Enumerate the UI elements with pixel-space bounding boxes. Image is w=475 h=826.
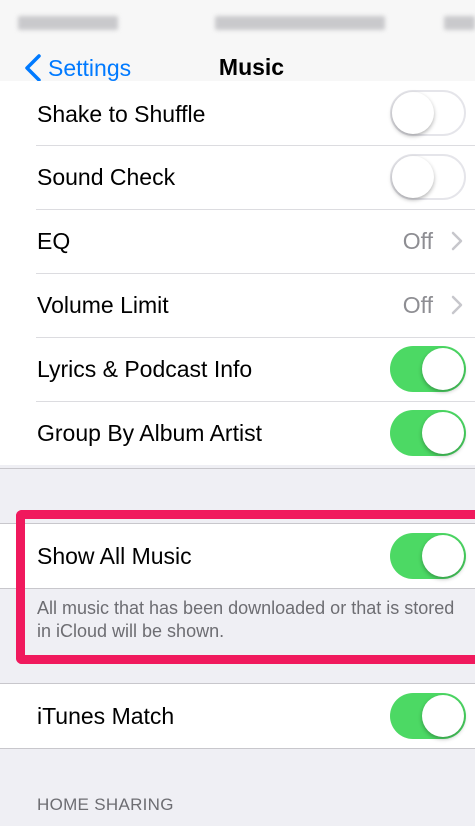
lyrics-podcast-info-label: Lyrics & Podcast Info bbox=[37, 355, 253, 382]
status-bar bbox=[0, 0, 475, 44]
settings-group-itunes-match: iTunes Match bbox=[0, 684, 475, 748]
toggle-knob bbox=[422, 412, 464, 454]
status-time-blurred bbox=[215, 16, 385, 30]
row-sound-check[interactable]: Sound Check bbox=[0, 145, 475, 209]
toggle-knob bbox=[392, 92, 434, 134]
itunes-match-toggle[interactable] bbox=[390, 693, 466, 739]
group-by-album-artist-toggle[interactable] bbox=[390, 410, 466, 456]
status-carrier-blurred bbox=[18, 16, 118, 30]
row-lyrics-podcast-info[interactable]: Lyrics & Podcast Info bbox=[0, 337, 475, 401]
eq-value: Off bbox=[402, 227, 433, 254]
shake-to-shuffle-label: Shake to Shuffle bbox=[37, 101, 206, 127]
row-group-by-album-artist[interactable]: Group By Album Artist bbox=[0, 401, 475, 465]
shake-to-shuffle-toggle[interactable] bbox=[390, 90, 466, 136]
toggle-knob bbox=[392, 156, 434, 198]
sound-check-toggle[interactable] bbox=[390, 154, 466, 200]
row-itunes-match[interactable]: iTunes Match bbox=[0, 684, 475, 748]
home-sharing-section-header: HOME SHARING bbox=[37, 795, 174, 814]
lyrics-podcast-info-toggle[interactable] bbox=[390, 346, 466, 392]
row-shake-to-shuffle[interactable]: Shake to Shuffle bbox=[0, 81, 475, 145]
volume-limit-label: Volume Limit bbox=[37, 291, 169, 318]
status-battery-blurred bbox=[444, 16, 475, 30]
volume-limit-value: Off bbox=[402, 291, 433, 318]
group-by-album-artist-label: Group By Album Artist bbox=[37, 419, 262, 446]
itunes-match-label: iTunes Match bbox=[37, 702, 175, 729]
chevron-right-icon bbox=[451, 231, 463, 251]
chevron-right-icon bbox=[451, 295, 463, 315]
row-volume-limit[interactable]: Volume Limit Off bbox=[0, 273, 475, 337]
eq-label: EQ bbox=[37, 227, 71, 254]
sound-check-label: Sound Check bbox=[37, 163, 176, 190]
group-separator bbox=[0, 748, 475, 749]
group-separator bbox=[0, 468, 475, 469]
row-eq[interactable]: EQ Off bbox=[0, 209, 475, 273]
toggle-knob bbox=[422, 348, 464, 390]
page-title: Music bbox=[218, 54, 285, 80]
settings-group-playback: Shake to Shuffle Sound Check EQ Off Volu… bbox=[0, 81, 475, 465]
highlight-annotation bbox=[16, 510, 475, 664]
toggle-knob bbox=[422, 695, 464, 737]
